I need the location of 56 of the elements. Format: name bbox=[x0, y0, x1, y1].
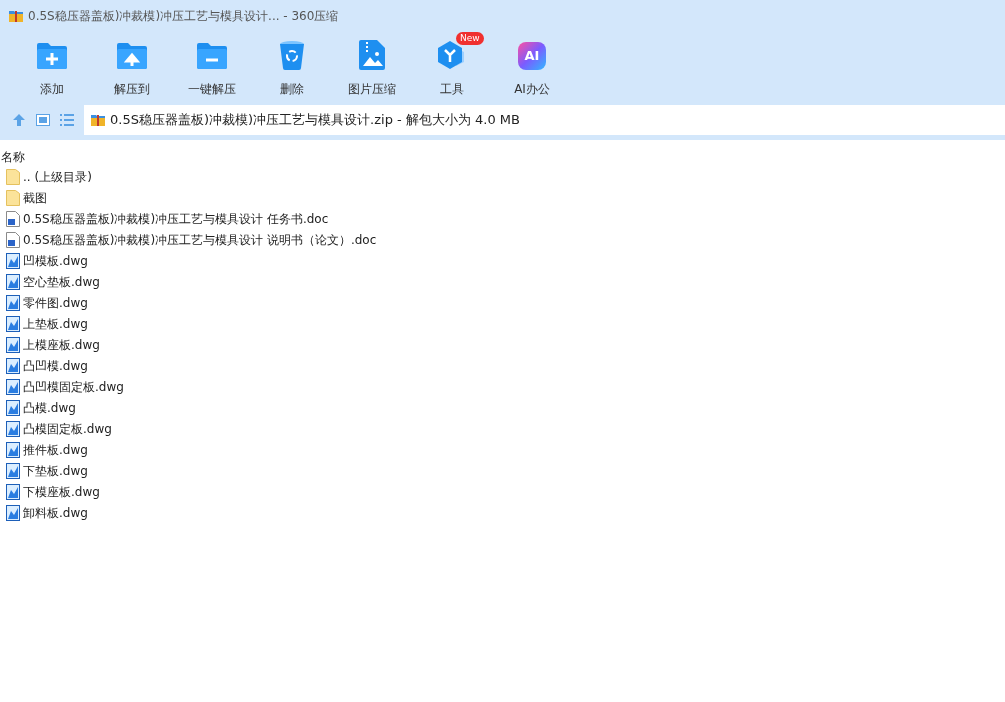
toolbar-button[interactable]: 图片压缩 bbox=[332, 32, 412, 98]
address-bar[interactable]: 0.5S稳压器盖板)冲裁模)冲压工艺与模具设计.zip - 解包大小为 4.0 MB bbox=[84, 105, 1005, 135]
archive-icon bbox=[90, 112, 106, 128]
folder-icon bbox=[6, 189, 20, 206]
word-document-icon bbox=[6, 231, 20, 248]
file-row[interactable]: 0.5S稳压器盖板)冲裁模)冲压工艺与模具设计 说明书（论文）.doc bbox=[6, 229, 377, 250]
file-row[interactable]: 卸料板.dwg bbox=[6, 502, 88, 523]
file-row[interactable]: 零件图.dwg bbox=[6, 292, 88, 313]
list-view-icon[interactable] bbox=[60, 114, 74, 126]
toolbar-button[interactable]: 一键解压 bbox=[172, 32, 252, 98]
toolbar-button[interactable]: 删除 bbox=[252, 32, 332, 98]
file-row[interactable]: 凸凹模.dwg bbox=[6, 355, 88, 376]
file-row[interactable]: 下垫板.dwg bbox=[6, 460, 88, 481]
folder-minus-icon bbox=[196, 42, 228, 70]
file-row[interactable]: 凹模板.dwg bbox=[6, 250, 88, 271]
folder-upload-icon bbox=[116, 42, 148, 70]
file-row[interactable]: .. (上级目录) bbox=[6, 166, 92, 187]
drawing-file-icon bbox=[6, 357, 20, 374]
file-row[interactable]: 推件板.dwg bbox=[6, 439, 88, 460]
recycle-bin-icon bbox=[279, 40, 305, 70]
file-row[interactable]: 空心垫板.dwg bbox=[6, 271, 100, 292]
column-header[interactable]: 名称 bbox=[0, 148, 26, 166]
drawing-file-icon bbox=[6, 420, 20, 437]
toolbar-button[interactable]: AI AI办公 bbox=[492, 32, 572, 98]
folder-plus-icon bbox=[36, 42, 68, 70]
file-row[interactable]: 下模座板.dwg bbox=[6, 481, 100, 502]
word-document-icon bbox=[6, 210, 20, 227]
file-row[interactable]: 凸模固定板.dwg bbox=[6, 418, 112, 439]
file-row[interactable]: 凸凹模固定板.dwg bbox=[6, 376, 124, 397]
toolbar-button[interactable]: New 工具 bbox=[412, 32, 492, 98]
image-file-icon bbox=[359, 40, 385, 70]
drawing-file-icon bbox=[6, 294, 20, 311]
file-row[interactable]: 上模座板.dwg bbox=[6, 334, 100, 355]
window-title: 0.5S稳压器盖板)冲裁模)冲压工艺与模具设计... - 360压缩 bbox=[28, 8, 339, 25]
new-badge: New bbox=[456, 32, 484, 45]
toolbar-button[interactable]: 添加 bbox=[12, 32, 92, 98]
thumbnail-view-icon[interactable] bbox=[36, 114, 50, 126]
toolbar-button[interactable]: 解压到 bbox=[92, 32, 172, 98]
drawing-file-icon bbox=[6, 441, 20, 458]
ai-icon: AI bbox=[518, 42, 546, 70]
file-row[interactable]: 凸模.dwg bbox=[6, 397, 76, 418]
archive-icon bbox=[8, 8, 24, 24]
folder-icon bbox=[6, 168, 20, 185]
up-arrow-icon[interactable] bbox=[12, 113, 26, 127]
drawing-file-icon bbox=[6, 336, 20, 353]
file-row[interactable]: 0.5S稳压器盖板)冲裁模)冲压工艺与模具设计 任务书.doc bbox=[6, 208, 329, 229]
drawing-file-icon bbox=[6, 483, 20, 500]
file-row[interactable]: 上垫板.dwg bbox=[6, 313, 88, 334]
drawing-file-icon bbox=[6, 399, 20, 416]
file-row[interactable]: 截图 bbox=[6, 187, 47, 208]
drawing-file-icon bbox=[6, 273, 20, 290]
drawing-file-icon bbox=[6, 378, 20, 395]
drawing-file-icon bbox=[6, 252, 20, 269]
drawing-file-icon bbox=[6, 462, 20, 479]
drawing-file-icon bbox=[6, 315, 20, 332]
drawing-file-icon bbox=[6, 504, 20, 521]
